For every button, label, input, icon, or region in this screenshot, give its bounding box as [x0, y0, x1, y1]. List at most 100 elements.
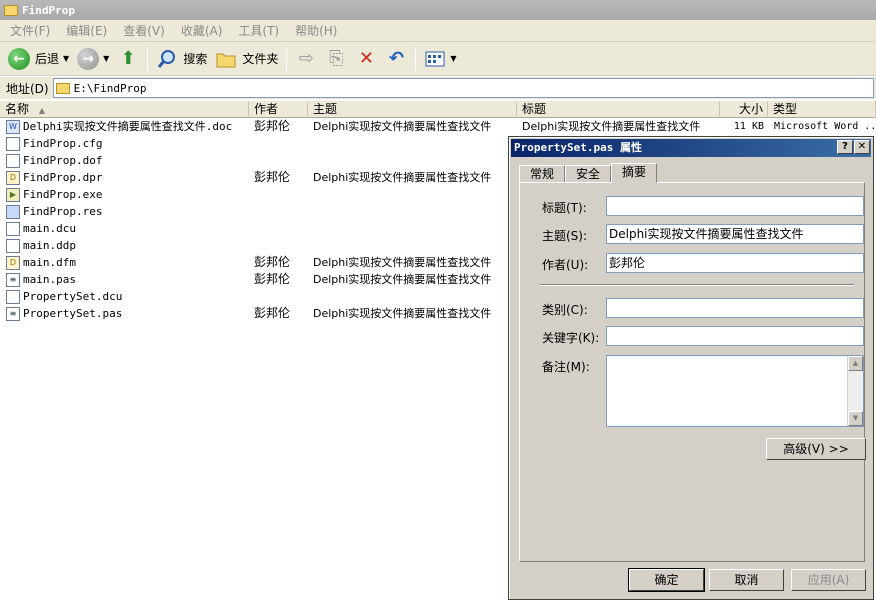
- move-to-icon: ⇨: [298, 48, 314, 69]
- summary-panel: 标题(T): 主题(S): Delphi实现按文件摘要属性查找文件 作者(U):…: [519, 182, 866, 562]
- copy-to-button[interactable]: ⎘: [321, 45, 351, 73]
- file-name-cell[interactable]: PropertySet.dcu: [6, 288, 250, 305]
- dcu-file-icon: [6, 221, 20, 236]
- file-name: FindProp.cfg: [23, 137, 103, 150]
- properties-dialog: PropertySet.pas 属性 ? ✕ 常规 安全 摘要 标题(T): 主…: [508, 136, 874, 600]
- menu-view[interactable]: 查看(V): [115, 22, 173, 39]
- comments-field-label: 备注(M):: [542, 360, 590, 374]
- scroll-up-icon[interactable]: ▲: [848, 356, 863, 371]
- file-author: 彭邦伦: [254, 255, 291, 269]
- window-title: FindProp: [22, 3, 75, 17]
- file-size: 11 KB: [733, 121, 764, 132]
- dof-file-icon: [6, 153, 20, 168]
- file-name-cell[interactable]: FindProp.dof: [6, 152, 250, 169]
- keywords-field[interactable]: [606, 326, 864, 346]
- folder-icon: [4, 4, 18, 16]
- views-icon: [424, 48, 446, 70]
- scroll-down-icon[interactable]: ▼: [848, 411, 863, 426]
- file-name-cell[interactable]: FindProp.res: [6, 203, 250, 220]
- views-button[interactable]: ▼: [420, 45, 460, 73]
- author-field[interactable]: 彭邦伦: [606, 253, 864, 273]
- move-to-button[interactable]: ⇨: [291, 45, 321, 73]
- search-icon: [156, 48, 178, 70]
- undo-button[interactable]: ↶: [381, 45, 411, 73]
- address-input[interactable]: E:\FindProp: [52, 78, 874, 98]
- cancel-button[interactable]: 取消: [709, 569, 784, 591]
- column-name-label: 名称: [5, 102, 30, 116]
- delete-button[interactable]: ✕: [351, 45, 381, 73]
- file-name-cell[interactable]: FindProp.cfg: [6, 135, 250, 152]
- file-name-cell[interactable]: W Delphi实现按文件摘要属性查找文件.doc: [6, 118, 250, 135]
- column-header-title[interactable]: 标题: [517, 101, 720, 118]
- file-type: Microsoft Word ...: [774, 121, 874, 132]
- file-name: PropertySet.dcu: [23, 290, 123, 303]
- title-field-label: 标题(T):: [542, 201, 587, 215]
- undo-icon: ↶: [388, 48, 404, 69]
- menu-help[interactable]: 帮助(H): [287, 22, 345, 39]
- file-name: FindProp.exe: [23, 188, 103, 201]
- search-label: 搜索: [183, 52, 208, 66]
- dialog-tabs: 常规 安全 摘要: [519, 163, 658, 183]
- tab-summary[interactable]: 摘要: [611, 163, 658, 183]
- tab-security[interactable]: 安全: [565, 165, 612, 183]
- chevron-down-icon[interactable]: ▼: [450, 54, 456, 63]
- advanced-button[interactable]: 高级(V) >>: [766, 438, 866, 460]
- column-header-subject[interactable]: 主题: [308, 101, 517, 118]
- chevron-down-icon[interactable]: ▼: [63, 54, 69, 63]
- delphi-project-icon: D: [6, 170, 20, 185]
- file-author: 彭邦伦: [254, 272, 291, 286]
- file-name-cell[interactable]: D FindProp.dpr: [6, 169, 250, 186]
- column-header-author[interactable]: 作者: [249, 101, 308, 118]
- cfg-file-icon: [6, 136, 20, 151]
- file-name-cell[interactable]: Dmain.dfm: [6, 254, 250, 271]
- up-folder-button[interactable]: ⬆: [113, 45, 143, 73]
- exe-icon: ▶: [6, 187, 20, 202]
- comments-field[interactable]: ▲ ▼: [606, 355, 864, 427]
- comments-scrollbar[interactable]: ▲ ▼: [847, 356, 863, 426]
- search-button[interactable]: 搜索: [152, 45, 211, 73]
- divider: [540, 284, 854, 286]
- file-name: FindProp.dof: [23, 154, 103, 167]
- dialog-title[interactable]: PropertySet.pas 属性: [511, 139, 871, 157]
- file-name-cell[interactable]: main.ddp: [6, 237, 250, 254]
- menu-tools[interactable]: 工具(T): [230, 22, 287, 39]
- file-author: 彭邦伦: [254, 306, 291, 320]
- ok-button[interactable]: 确定: [628, 568, 705, 592]
- forward-arrow-icon: →: [77, 47, 100, 70]
- address-label: 地址(D): [6, 81, 49, 96]
- close-button[interactable]: ✕: [854, 140, 870, 154]
- toolbar: ← 后退 ▼ → ▼ ⬆ 搜索 文件夹 ⇨ ⎘ ✕ ↶ ▼: [0, 42, 876, 76]
- menu-edit[interactable]: 编辑(E): [58, 22, 115, 39]
- file-name-cell[interactable]: ≡ PropertySet.pas: [6, 305, 250, 322]
- subject-field[interactable]: Delphi实现按文件摘要属性查找文件: [606, 224, 864, 244]
- file-subject: Delphi实现按文件摘要属性查找文件: [313, 171, 492, 184]
- sort-ascending-icon: ▲: [38, 106, 45, 115]
- title-field[interactable]: [606, 196, 864, 216]
- res-file-icon: [6, 204, 20, 219]
- chevron-down-icon[interactable]: ▼: [103, 54, 109, 63]
- list-header: 名称 ▲ 作者 主题 标题 大小 类型: [0, 101, 876, 118]
- file-subject: Delphi实现按文件摘要属性查找文件: [313, 307, 492, 320]
- window-title-bar[interactable]: FindProp: [0, 0, 876, 20]
- menu-favorites[interactable]: 收藏(A): [173, 22, 231, 39]
- forward-button[interactable]: → ▼: [73, 45, 113, 73]
- folders-button[interactable]: 文件夹: [211, 45, 282, 73]
- back-button[interactable]: ← 后退 ▼: [4, 45, 73, 73]
- file-row[interactable]: W Delphi实现按文件摘要属性查找文件.doc 彭邦伦 Delphi实现按文件摘要…: [0, 118, 876, 135]
- menu-file[interactable]: 文件(F): [2, 22, 58, 39]
- tab-general[interactable]: 常规: [519, 165, 566, 183]
- file-name-cell[interactable]: main.dcu: [6, 220, 250, 237]
- category-field[interactable]: [606, 298, 864, 318]
- subject-field-label: 主题(S):: [542, 229, 588, 243]
- file-name: PropertySet.pas: [23, 307, 123, 320]
- column-header-type[interactable]: 类型: [768, 101, 876, 118]
- category-row: 类别(C):: [530, 298, 866, 318]
- file-name-cell[interactable]: ≡ main.pas: [6, 271, 250, 288]
- file-title: Delphi实现按文件摘要属性查找文件: [522, 120, 701, 133]
- file-name-cell[interactable]: ▶ FindProp.exe: [6, 186, 250, 203]
- column-header-name[interactable]: 名称 ▲: [0, 101, 249, 118]
- help-button[interactable]: ?: [837, 140, 853, 154]
- column-header-size[interactable]: 大小: [720, 101, 768, 118]
- apply-button[interactable]: 应用(A): [791, 569, 866, 591]
- back-label: 后退: [35, 52, 60, 66]
